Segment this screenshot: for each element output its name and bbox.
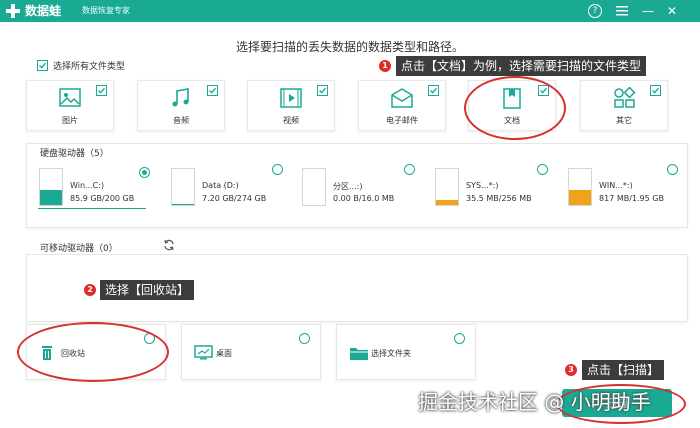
select-all-checkbox[interactable] xyxy=(37,60,48,71)
help-icon[interactable]: ? xyxy=(588,4,602,18)
audio-icon xyxy=(172,88,189,107)
drive-icon xyxy=(568,168,592,206)
location-label: 选择文件夹 xyxy=(371,349,411,358)
folder-icon xyxy=(350,348,368,360)
page-heading: 选择要扫描的丢失数据的数据类型和路径。 xyxy=(235,40,464,54)
step-badge-3: 3 xyxy=(565,364,577,376)
image-icon xyxy=(59,88,81,107)
drive-name: 分区...:) xyxy=(333,182,363,191)
disk-drives-title: 硬盘驱动器（5） xyxy=(40,149,109,159)
file-type-card-image[interactable]: 图片 xyxy=(26,80,114,131)
drive-name: WIN...*:) xyxy=(599,181,633,190)
step-badge-1: 1 xyxy=(379,60,391,72)
drive-item[interactable]: Data (D:) 7.20 GB/274 GB xyxy=(160,168,288,208)
file-type-checkbox[interactable] xyxy=(650,85,661,96)
drive-size: 35.5 MB/256 MB xyxy=(466,194,532,203)
file-type-checkbox[interactable] xyxy=(96,85,107,96)
file-type-card-video[interactable]: 视频 xyxy=(247,80,335,131)
app-subtitle: 数据恢复专家 xyxy=(82,6,130,15)
app-logo-icon xyxy=(6,4,20,18)
close-icon[interactable]: ✕ xyxy=(664,3,680,19)
file-type-checkbox[interactable] xyxy=(428,85,439,96)
file-type-checkbox[interactable] xyxy=(317,85,328,96)
menu-icon[interactable] xyxy=(614,3,630,19)
drive-size: 7.20 GB/274 GB xyxy=(202,194,267,203)
drive-radio[interactable] xyxy=(537,164,548,175)
drive-usage-fill xyxy=(436,200,458,205)
file-type-label: 其它 xyxy=(616,116,632,125)
check-icon xyxy=(39,62,47,69)
select-all-label: 选择所有文件类型 xyxy=(53,62,126,72)
highlight-ellipse-document xyxy=(464,76,566,140)
drive-icon xyxy=(435,168,459,206)
email-icon xyxy=(391,88,413,108)
drive-size: 817 MB/1.95 GB xyxy=(599,194,664,203)
drive-size: 85.9 GB/200 GB xyxy=(70,194,135,203)
drive-icon xyxy=(171,168,195,206)
refresh-icon[interactable] xyxy=(163,239,175,251)
callout-step-3: 点击【扫描】 xyxy=(582,360,665,380)
drive-radio[interactable] xyxy=(667,164,678,175)
location-select-folder[interactable]: 选择文件夹 xyxy=(336,324,476,380)
drive-usage-fill xyxy=(40,190,62,205)
file-type-card-audio[interactable]: 音频 xyxy=(137,80,225,131)
drive-icon xyxy=(302,168,326,206)
drive-item[interactable]: SYS...*:) 35.5 MB/256 MB xyxy=(424,168,552,208)
drive-radio[interactable] xyxy=(272,164,283,175)
video-icon xyxy=(280,88,302,108)
minimize-icon[interactable]: — xyxy=(640,3,656,19)
other-icon xyxy=(614,87,636,108)
drive-icon xyxy=(39,168,63,206)
location-desktop[interactable]: 桌面 xyxy=(181,324,321,380)
drive-name: SYS...*:) xyxy=(466,181,499,190)
removable-drives-title: 可移动驱动器（0） xyxy=(40,244,118,254)
app-name: 数据蛙 xyxy=(25,4,62,18)
file-type-label: 电子邮件 xyxy=(386,116,418,125)
watermark: 掘金技术社区 @ 小明助手 xyxy=(418,390,651,414)
drive-item[interactable]: 分区...:) 0.00 B/16.0 MB xyxy=(291,168,419,208)
file-type-card-other[interactable]: 其它 xyxy=(580,80,668,131)
drive-usage-fill xyxy=(569,190,591,205)
drive-name: Win...C:) xyxy=(70,181,105,190)
drive-name: Data (D:) xyxy=(202,181,239,190)
file-type-label: 视频 xyxy=(283,116,299,125)
callout-step-1: 点击【文档】为例，选择需要扫描的文件类型 xyxy=(396,56,647,76)
file-type-card-email[interactable]: 电子邮件 xyxy=(358,80,446,131)
desktop-icon xyxy=(194,345,213,360)
file-type-label: 图片 xyxy=(62,116,78,125)
file-type-label: 音频 xyxy=(173,116,189,125)
drive-size: 0.00 B/16.0 MB xyxy=(333,194,395,203)
highlight-ellipse-recycle-bin xyxy=(17,322,169,382)
drive-selected-underline xyxy=(38,208,146,209)
location-radio[interactable] xyxy=(454,333,465,344)
drive-radio-selected[interactable] xyxy=(139,167,150,178)
drive-radio[interactable] xyxy=(404,164,415,175)
file-type-checkbox[interactable] xyxy=(207,85,218,96)
drive-item[interactable]: Win...C:) 85.9 GB/200 GB xyxy=(28,168,156,208)
step-badge-2: 2 xyxy=(84,284,96,296)
callout-step-2: 选择【回收站】 xyxy=(100,280,195,300)
drive-item[interactable]: WIN...*:) 817 MB/1.95 GB xyxy=(557,168,685,208)
drive-usage-fill xyxy=(172,204,194,205)
location-radio[interactable] xyxy=(299,333,310,344)
location-label: 桌面 xyxy=(216,349,232,358)
